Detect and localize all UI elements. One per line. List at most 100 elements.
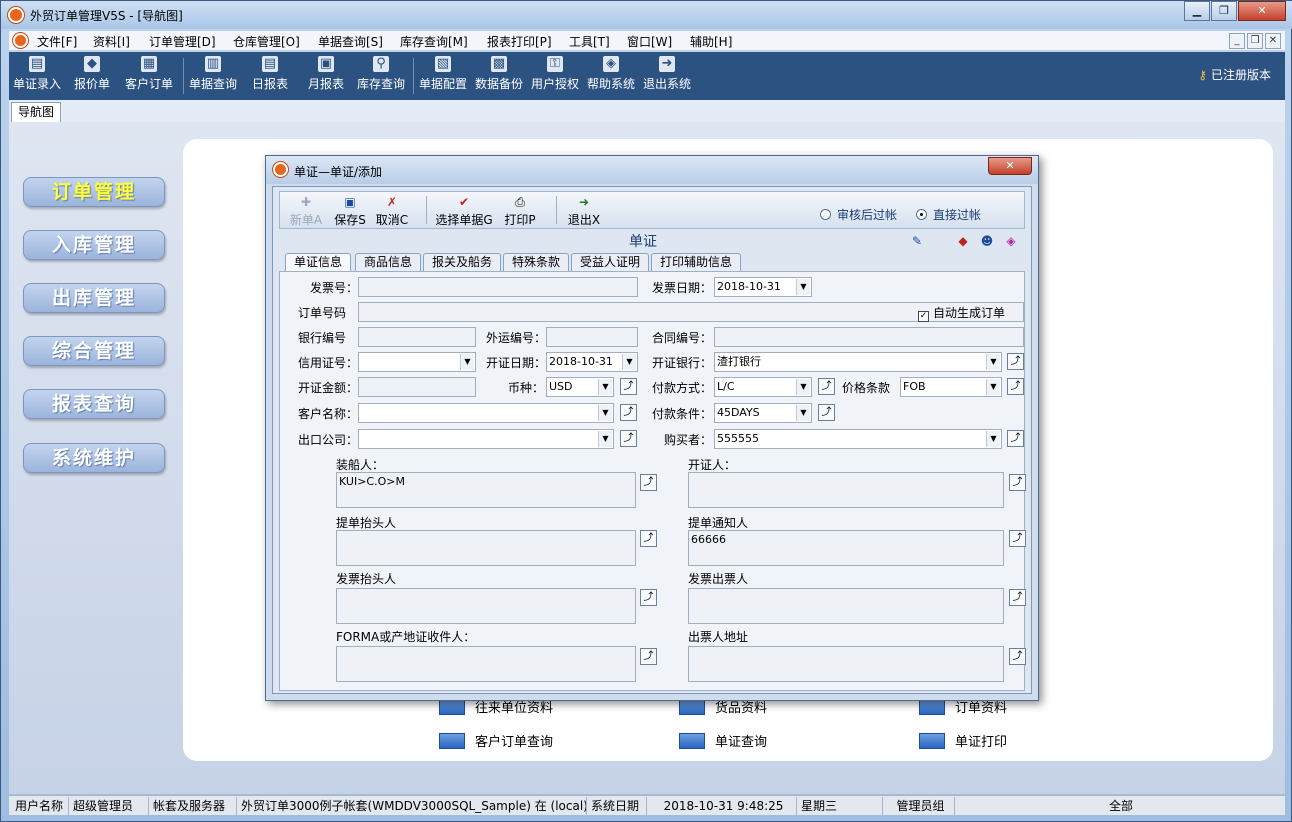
customer-picker-button[interactable]: ⤴ [620,404,637,421]
shipper-picker-button[interactable]: ⤴ [640,474,657,491]
book-icon[interactable]: ◈ [1003,233,1019,249]
menu-order[interactable]: 订单管理[D] [149,33,216,50]
ship-no-input[interactable] [546,327,638,347]
link-document-print[interactable]: 单证打印 [919,731,1007,750]
bl-header-textarea[interactable] [336,530,636,566]
toolbar-document-query[interactable]: ▥ 单据查询 [187,56,239,96]
edit-icon[interactable]: ✎ [909,233,925,249]
mdi-logo-icon[interactable] [13,33,28,48]
menu-file[interactable]: 文件[F] [37,33,77,50]
maximize-button[interactable]: ❐ [1211,1,1237,21]
issuer-picker-button[interactable]: ⤴ [1009,474,1026,491]
nav-general-management[interactable]: 综合管理 [23,336,165,366]
buyer-picker-button[interactable]: ⤴ [1007,430,1024,447]
mdi-restore-button[interactable]: ❐ [1247,33,1263,49]
contract-no-input[interactable] [714,327,1024,347]
close-button[interactable]: ✕ [1238,1,1286,21]
tab-special-terms[interactable]: 特殊条款 [503,253,570,271]
nav-report-query[interactable]: 报表查询 [23,389,165,419]
toolbar-user-auth[interactable]: ⚿ 用户授权 [529,56,581,96]
tab-print-aux[interactable]: 打印辅助信息 [651,253,742,271]
tab-nav-map[interactable]: 导航图 [11,102,61,122]
notify-picker-button[interactable]: ⤴ [1009,530,1026,547]
inv-header-textarea[interactable] [336,588,636,624]
minimize-button[interactable]: ▁ [1184,1,1210,21]
menu-doc-query[interactable]: 单据查询[S] [318,33,383,50]
forma-textarea[interactable] [336,646,636,682]
inv-issuer-picker-button[interactable]: ⤴ [1009,589,1026,606]
link-customer-order-query[interactable]: 客户订单查询 [439,731,553,750]
bank-no-input[interactable] [358,327,476,347]
drawer-address-textarea[interactable] [688,646,1004,682]
dialog-select-button[interactable]: ✔ 选择单据G [434,195,494,228]
invoice-date-picker[interactable]: 2018-10-31 ▼ [714,277,812,297]
radio-audit-post[interactable]: 审核后过帐 [820,206,897,223]
dialog-close-button[interactable]: ✕ [988,157,1032,175]
shapes-icon[interactable]: ◆ [955,233,971,249]
nav-order-management[interactable]: 订单管理 [23,177,165,207]
menu-window[interactable]: 窗口[W] [627,33,672,50]
toolbar-doc-config[interactable]: ▧ 单据配置 [417,56,469,96]
person-icon[interactable]: ☻ [979,233,995,249]
auto-order-checkbox[interactable]: ✓ 自动生成订单 [918,304,1005,322]
nav-outbound-management[interactable]: 出库管理 [23,283,165,313]
toolbar-customer-order[interactable]: ▦ 客户订单 [123,56,175,96]
toolbar-monthly-report[interactable]: ▣ 月报表 [303,56,349,96]
shipper-textarea[interactable]: KUI>C.O>M [336,472,636,508]
price-terms-picker-button[interactable]: ⤴ [1007,378,1024,395]
forma-picker-button[interactable]: ⤴ [640,648,657,665]
toolbar-quote[interactable]: ◆ 报价单 [69,56,115,96]
issue-bank-select[interactable]: 渣打银行 ▼ [714,352,1002,372]
tab-goods-info[interactable]: 商品信息 [355,253,422,271]
lc-no-select[interactable]: ▼ [358,352,476,372]
bl-header-picker-button[interactable]: ⤴ [640,530,657,547]
nav-inbound-management[interactable]: 入库管理 [23,230,165,260]
pay-terms-select[interactable]: 45DAYS ▼ [714,403,812,423]
menu-data[interactable]: 资料[I] [93,33,130,50]
issuer-textarea[interactable] [688,472,1004,508]
dialog-cancel-button[interactable]: ✗ 取消C [374,195,410,228]
toolbar-help[interactable]: ◈ 帮助系统 [585,56,637,96]
tab-customs-shipping[interactable]: 报关及船务 [423,253,502,271]
toolbar-exit[interactable]: ➜ 退出系统 [641,56,693,96]
link-document-query[interactable]: 单证查询 [679,731,767,750]
currency-picker-button[interactable]: ⤴ [620,378,637,395]
amount-input[interactable] [358,377,476,397]
menu-report-print[interactable]: 报表打印[P] [487,33,552,50]
menu-tools[interactable]: 工具[T] [569,33,610,50]
menu-help[interactable]: 辅助[H] [690,33,732,50]
inventory-search-icon: ⚲ [373,56,389,72]
price-terms-select[interactable]: FOB ▼ [900,377,1002,397]
dialog-save-button[interactable]: ▣ 保存S [332,195,368,228]
tab-document-info[interactable]: 单证信息 [285,253,352,271]
pay-method-picker-button[interactable]: ⤴ [818,378,835,395]
drawer-address-picker-button[interactable]: ⤴ [1009,648,1026,665]
currency-select[interactable]: USD ▼ [546,377,614,397]
menu-stock-query[interactable]: 库存查询[M] [400,33,468,50]
inv-issuer-textarea[interactable] [688,588,1004,624]
tab-beneficiary-cert[interactable]: 受益人证明 [571,253,650,271]
toolbar-document-entry[interactable]: ▤ 单证录入 [11,56,63,96]
pay-method-select[interactable]: L/C ▼ [714,377,812,397]
mdi-close-button[interactable]: ✕ [1265,33,1281,49]
export-company-picker-button[interactable]: ⤴ [620,430,637,447]
dialog-new-button[interactable]: ✚ 新单A [288,195,324,228]
buyer-select[interactable]: 555555 ▼ [714,429,1002,449]
export-company-select[interactable]: ▼ [358,429,614,449]
issue-bank-picker-button[interactable]: ⤴ [1007,353,1024,370]
nav-system-maintenance[interactable]: 系统维护 [23,443,165,473]
customer-select[interactable]: ▼ [358,403,614,423]
issue-date-picker[interactable]: 2018-10-31 ▼ [546,352,638,372]
dialog-print-button[interactable]: ⎙ 打印P [502,195,538,228]
mdi-minimize-button[interactable]: _ [1229,33,1245,49]
inv-header-picker-button[interactable]: ⤴ [640,589,657,606]
invoice-no-input[interactable] [358,277,638,297]
menu-warehouse[interactable]: 仓库管理[O] [233,33,300,50]
toolbar-backup[interactable]: ▩ 数据备份 [473,56,525,96]
toolbar-inventory-query[interactable]: ⚲ 库存查询 [355,56,407,96]
dialog-exit-button[interactable]: ➜ 退出X [566,195,602,228]
radio-direct-post[interactable]: 直接过帐 [916,206,981,223]
toolbar-daily-report[interactable]: ▤ 日报表 [247,56,293,96]
notify-textarea[interactable]: 66666 [688,530,1004,566]
pay-terms-picker-button[interactable]: ⤴ [818,404,835,421]
